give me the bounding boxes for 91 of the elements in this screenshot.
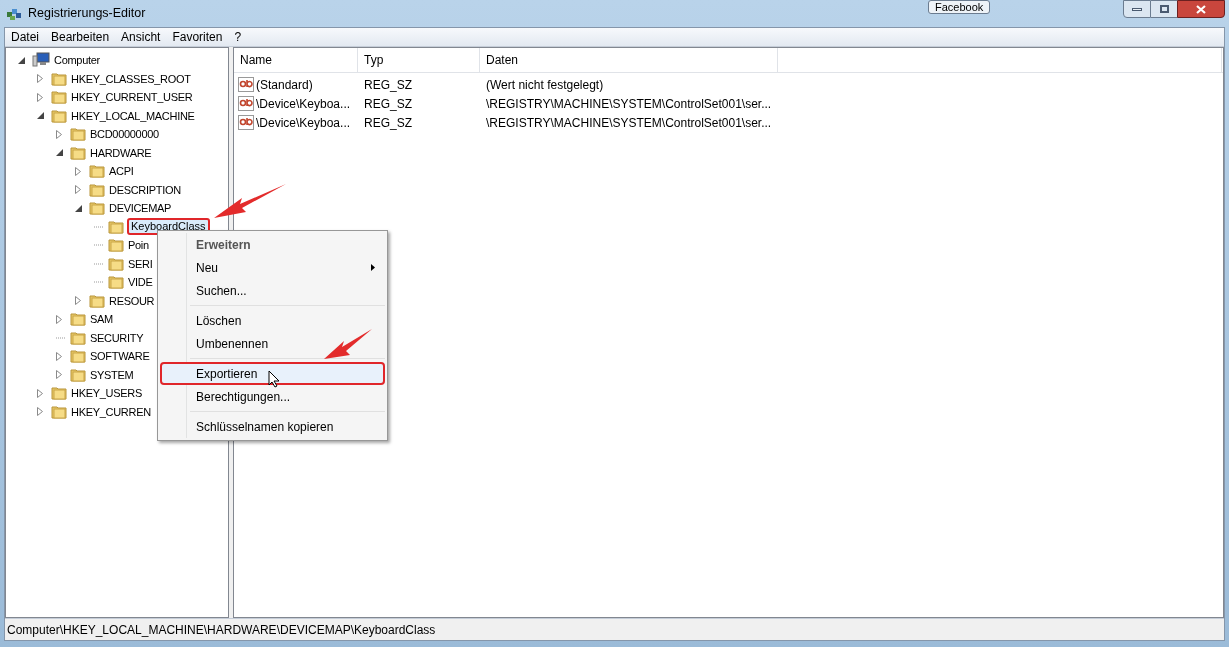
folder-icon bbox=[89, 182, 105, 197]
collapsed-arrow-icon[interactable] bbox=[75, 185, 81, 195]
collapsed-arrow-icon[interactable] bbox=[56, 314, 62, 324]
submenu-arrow-icon bbox=[371, 264, 375, 271]
folder-icon bbox=[89, 201, 105, 216]
folder-icon bbox=[51, 386, 67, 401]
menu-item[interactable]: Favoriten bbox=[172, 28, 223, 46]
folder-icon bbox=[89, 164, 105, 179]
tree-item[interactable]: Poin bbox=[127, 237, 150, 254]
folder-icon bbox=[70, 330, 86, 345]
expanded-arrow-icon[interactable] bbox=[37, 112, 44, 120]
menu-item[interactable]: Schlüsselnamen kopieren bbox=[160, 415, 385, 438]
minimize-button[interactable] bbox=[1123, 0, 1151, 18]
table-cell-text: REG_SZ bbox=[364, 76, 412, 94]
tree-item[interactable]: HKEY_CURRENT_USER bbox=[70, 89, 194, 106]
table-cell-text: (Standard) bbox=[256, 76, 313, 94]
collapsed-arrow-icon[interactable] bbox=[37, 74, 43, 84]
expanded-arrow-icon[interactable] bbox=[18, 56, 25, 64]
tree-item[interactable]: SYSTEM bbox=[89, 366, 135, 383]
tree-item[interactable]: BCD00000000 bbox=[89, 126, 160, 143]
menu-item[interactable]: Neu bbox=[160, 256, 385, 279]
tree-item[interactable]: ACPI bbox=[108, 163, 135, 180]
status-bar: Computer\HKEY_LOCAL_MACHINE\HARDWARE\DEVICEMAP\KeyboardClass bbox=[5, 618, 1224, 640]
string-value-icon bbox=[238, 77, 254, 92]
folder-icon bbox=[108, 238, 124, 253]
tree-item[interactable]: SOFTWARE bbox=[89, 348, 151, 365]
folder-icon bbox=[70, 312, 86, 327]
table-cell-text: \REGISTRY\MACHINE\SYSTEM\ControlSet001\ser... bbox=[486, 114, 772, 132]
close-icon bbox=[1196, 4, 1206, 14]
menu-item[interactable]: ? bbox=[234, 28, 242, 46]
menu-item[interactable]: Ansicht bbox=[121, 28, 161, 46]
folder-icon bbox=[108, 275, 124, 290]
folder-icon bbox=[51, 108, 67, 123]
tree-item[interactable]: RESOUR bbox=[108, 292, 156, 309]
folder-icon bbox=[51, 90, 67, 105]
folder-icon bbox=[70, 367, 86, 382]
column-header[interactable]: Typ bbox=[358, 48, 480, 72]
collapsed-arrow-icon[interactable] bbox=[37, 388, 43, 398]
mouse-cursor-icon bbox=[268, 370, 280, 388]
close-button[interactable] bbox=[1177, 0, 1225, 18]
string-value-icon bbox=[238, 96, 254, 111]
collapsed-arrow-icon[interactable] bbox=[75, 296, 81, 306]
collapsed-arrow-icon[interactable] bbox=[56, 370, 62, 380]
menu-item[interactable]: Erweitern bbox=[160, 233, 385, 256]
menu-item[interactable]: Datei bbox=[11, 28, 39, 46]
tree-item[interactable]: HKEY_USERS bbox=[70, 385, 143, 402]
folder-icon bbox=[108, 219, 124, 234]
tree-item[interactable]: Computer bbox=[53, 52, 101, 69]
window-title: Registrierungs-Editor bbox=[28, 4, 146, 22]
menu-item[interactable]: Umbenennen bbox=[160, 332, 385, 355]
maximize-button[interactable] bbox=[1151, 0, 1177, 18]
tree-item[interactable]: DESCRIPTION bbox=[108, 181, 182, 198]
menu-item[interactable]: Exportieren bbox=[160, 362, 385, 385]
tree-item[interactable]: HKEY_LOCAL_MACHINE bbox=[70, 107, 196, 124]
table-cell-text: \Device\Keyboa... bbox=[256, 114, 351, 132]
tree-item[interactable]: SECURITY bbox=[89, 329, 145, 346]
menu-item[interactable]: Suchen... bbox=[160, 279, 385, 302]
folder-icon bbox=[70, 145, 86, 160]
expanded-arrow-icon[interactable] bbox=[75, 204, 82, 212]
expanded-arrow-icon[interactable] bbox=[56, 149, 63, 157]
collapsed-arrow-icon[interactable] bbox=[75, 166, 81, 176]
tree-item[interactable]: SERI bbox=[127, 255, 154, 272]
tree-item[interactable]: HKEY_CURREN bbox=[70, 403, 152, 420]
menu-item[interactable]: Bearbeiten bbox=[51, 28, 110, 46]
folder-icon bbox=[70, 127, 86, 142]
collapsed-arrow-icon[interactable] bbox=[37, 92, 43, 102]
table-cell-text: \Device\Keyboa... bbox=[256, 95, 351, 113]
tree-item[interactable]: VIDE bbox=[127, 274, 154, 291]
table-cell-text: (Wert nicht festgelegt) bbox=[486, 76, 604, 94]
folder-icon bbox=[51, 404, 67, 419]
menu-item[interactable]: Berechtigungen... bbox=[160, 385, 385, 408]
column-header[interactable]: Daten bbox=[480, 48, 778, 72]
computer-icon bbox=[32, 52, 50, 69]
table-cell-text: \REGISTRY\MACHINE\SYSTEM\ControlSet001\ser... bbox=[486, 95, 772, 113]
folder-icon bbox=[70, 349, 86, 364]
tree-item[interactable]: DEVICEMAP bbox=[108, 200, 173, 217]
folder-icon bbox=[89, 293, 105, 308]
folder-icon bbox=[51, 71, 67, 86]
menu-item[interactable]: Löschen bbox=[160, 309, 385, 332]
folder-icon bbox=[108, 256, 124, 271]
tree-item[interactable]: HARDWARE bbox=[89, 144, 153, 161]
collapsed-arrow-icon[interactable] bbox=[37, 407, 43, 417]
tree-item[interactable]: HKEY_CLASSES_ROOT bbox=[70, 70, 192, 87]
collapsed-arrow-icon[interactable] bbox=[56, 129, 62, 139]
browser-tab[interactable]: Facebook bbox=[928, 0, 991, 14]
collapsed-arrow-icon[interactable] bbox=[56, 351, 62, 361]
table-cell-text: REG_SZ bbox=[364, 95, 412, 113]
string-value-icon bbox=[238, 115, 254, 130]
column-header[interactable]: Name bbox=[234, 48, 358, 72]
tree-item[interactable]: SAM bbox=[89, 311, 114, 328]
table-cell-text: REG_SZ bbox=[364, 114, 412, 132]
